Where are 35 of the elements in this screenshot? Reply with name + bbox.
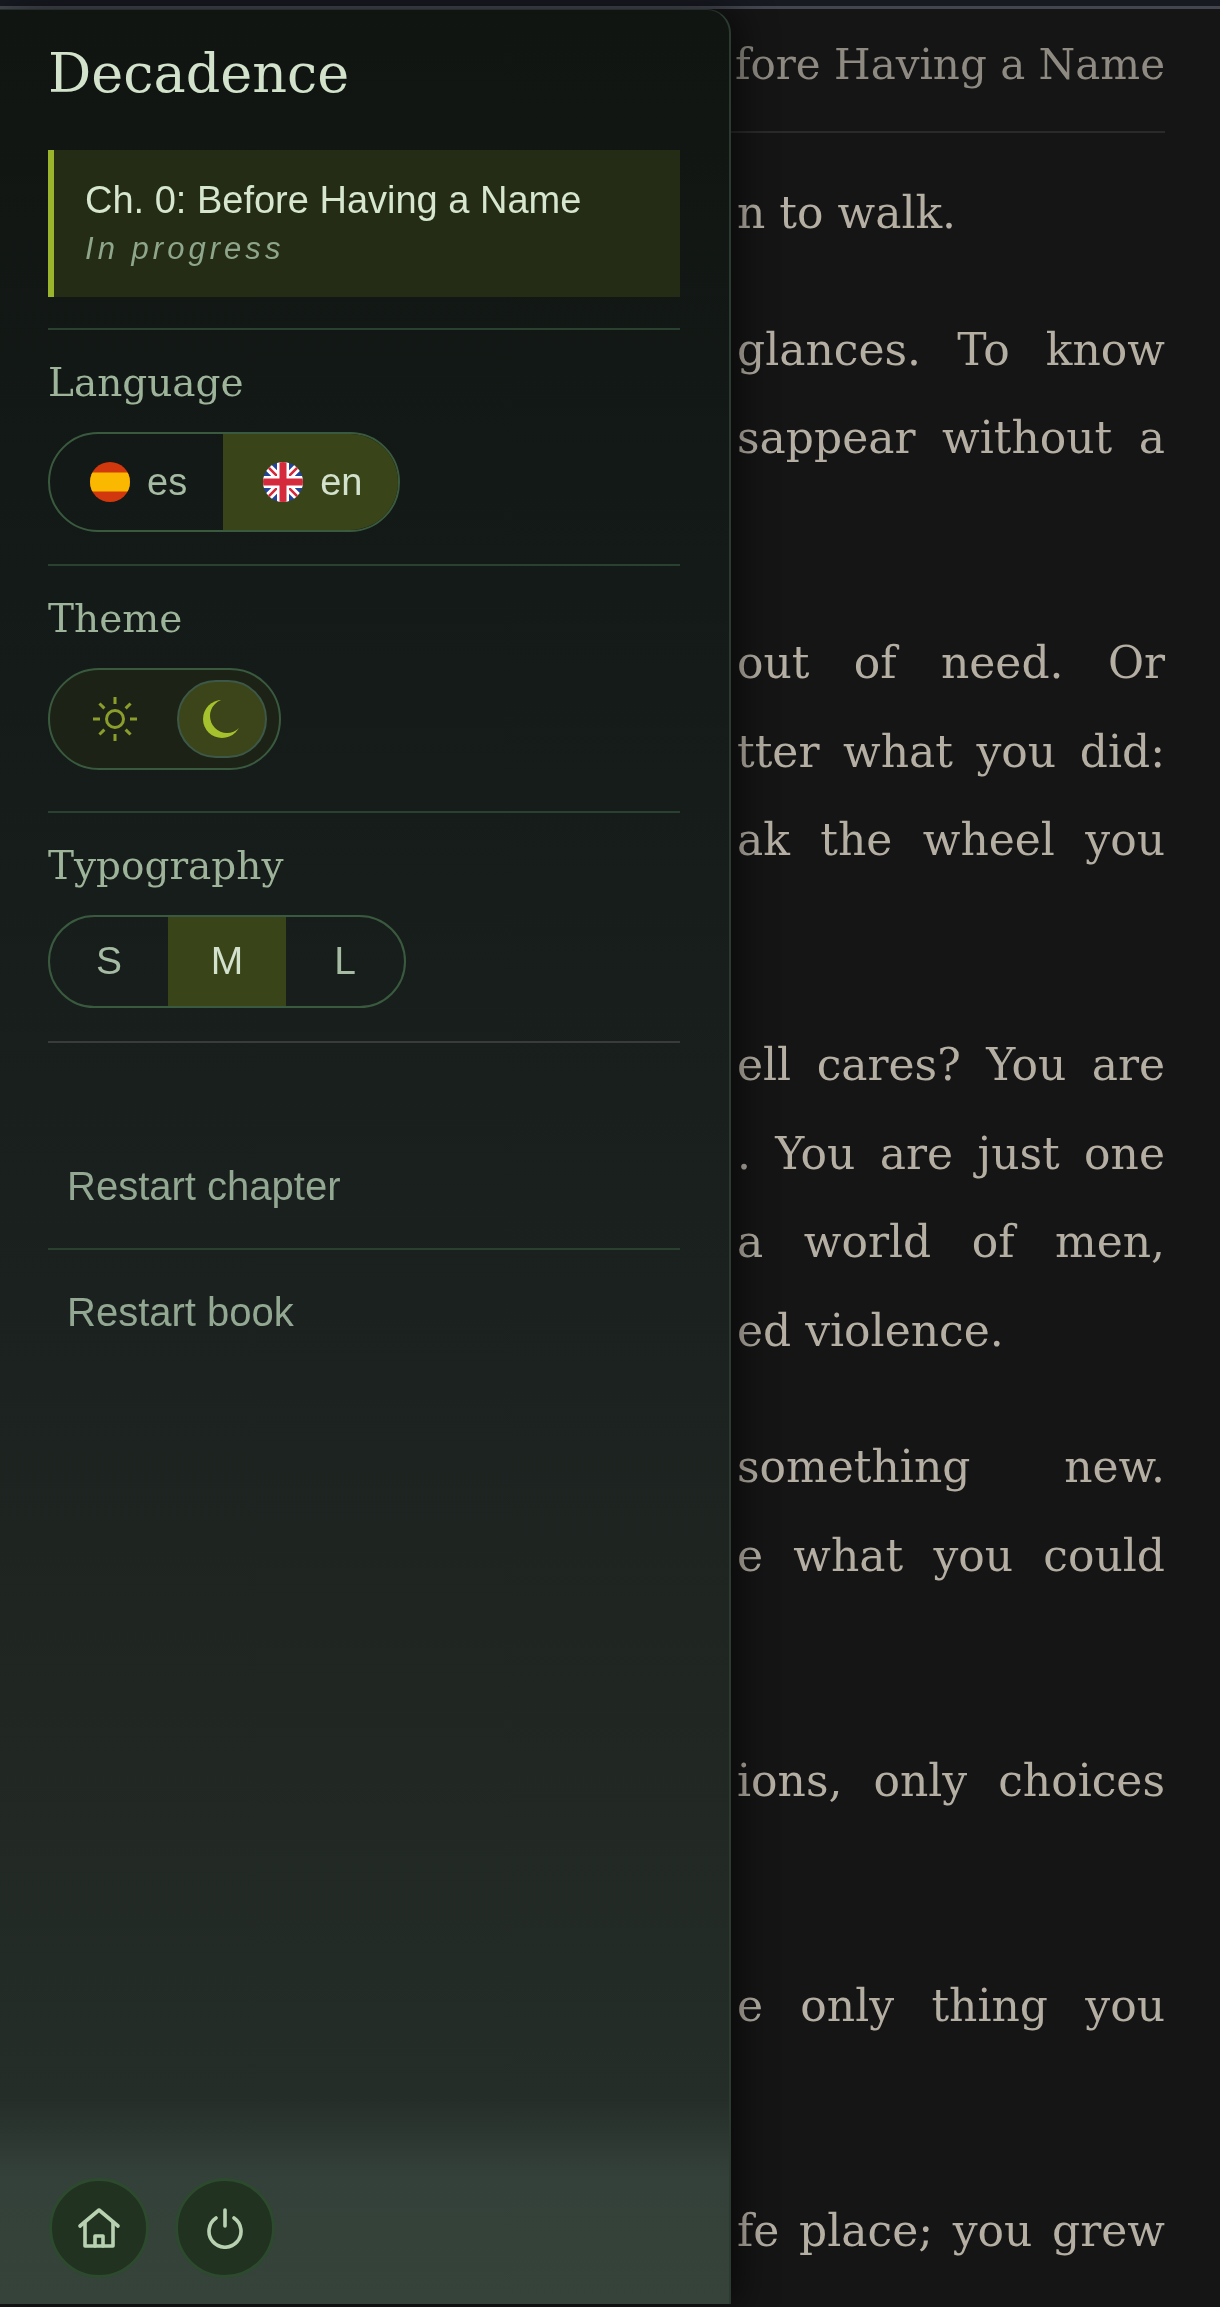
text-line: e what you could [737,1528,1165,1583]
text-size-option[interactable]: M [168,917,286,1006]
british-flag-icon [263,462,304,502]
text-line: ed violence. [737,1303,1005,1358]
text-line: fe place; you grew [737,2203,1165,2258]
app-title: Decadence [48,42,350,106]
menu-action[interactable]: Restart book [48,1248,680,1374]
text-size-option[interactable]: S [50,917,168,1006]
text-line: e only thing you [737,1978,1165,2033]
text-line: out of need. Or [737,636,1165,690]
chapter-status: In progress [85,231,285,267]
section-label: Theme [48,596,183,642]
home-icon [77,2206,121,2250]
language-option[interactable]: en [223,434,399,530]
menu-action[interactable]: Restart chapter [48,1124,680,1248]
text-line: something new. [737,1440,1165,1494]
language-option[interactable]: es [50,434,224,530]
theme-option[interactable] [177,680,267,758]
text-line: . You are just one [737,1126,1165,1181]
text-line: sappear without a [737,411,1165,465]
section-label: Typography [48,843,284,889]
spanish-flag-icon [90,462,130,502]
text-line: ell cares? You are [737,1038,1165,1092]
section-label: Language [48,360,244,406]
text-line: n to walk. [737,186,958,240]
current-chapter-card[interactable]: Ch. 0: Before Having a Name In progress [48,150,680,297]
text-line: tter what you did: [737,724,1165,779]
text-line: glances. To know [737,322,1165,377]
text-line: ions, only choices [737,1753,1165,1808]
text-line: ak the wheel you [737,813,1165,867]
text-size-option[interactable]: L [286,917,404,1006]
power-icon [205,2207,245,2249]
chapter-title: Ch. 0: Before Having a Name [85,178,582,223]
text-line: a world of men, [737,1215,1165,1269]
running-header: fore Having a Name [734,40,1165,90]
